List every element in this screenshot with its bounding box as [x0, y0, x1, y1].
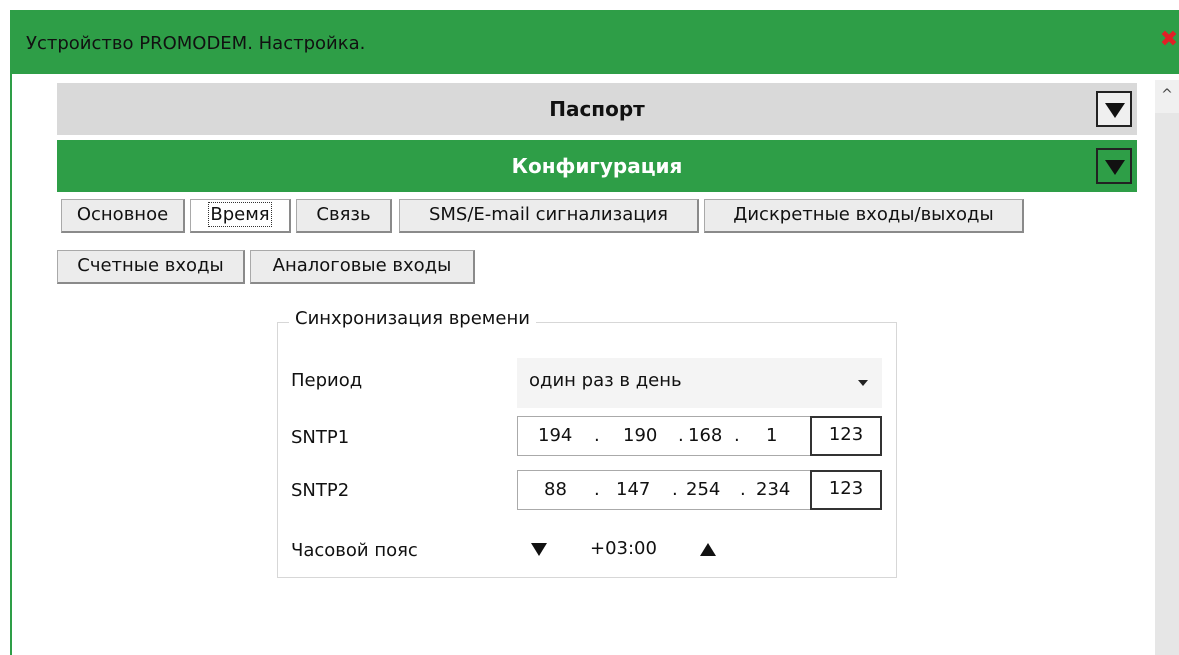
expand-configuration-icon[interactable]: [1096, 148, 1132, 184]
timezone-label: Часовой пояс: [291, 540, 418, 561]
sntp1-mode-button[interactable]: 123: [810, 416, 882, 456]
tab-counter-inputs[interactable]: Счетные входы: [57, 250, 245, 284]
triangle-down-icon[interactable]: [531, 543, 547, 556]
period-select[interactable]: один раз в день: [517, 358, 882, 408]
ip-octet: 88: [544, 479, 567, 500]
section-configuration[interactable]: Конфигурация: [57, 140, 1137, 192]
tab-sms-email-alarm[interactable]: SMS/E-mail сигнализация: [399, 199, 699, 233]
chevron-down-icon: [858, 380, 868, 386]
close-icon[interactable]: ✖: [1159, 29, 1179, 51]
ip-dot: .: [672, 479, 678, 500]
tab-discrete-io[interactable]: Дискретные входы/выходы: [704, 199, 1024, 233]
triangle-up-icon[interactable]: [700, 543, 716, 556]
sntp2-mode-button[interactable]: 123: [810, 470, 882, 510]
tab-basic[interactable]: Основное: [61, 199, 185, 233]
ip-octet: 168: [688, 425, 723, 446]
window-title: Устройство PROMODEM. Настройка.: [26, 33, 366, 54]
tab-connection[interactable]: Связь: [296, 199, 392, 233]
ip-octet: 190: [623, 425, 658, 446]
vertical-scrollbar[interactable]: ^: [1155, 80, 1179, 655]
ip-octet: 147: [616, 479, 651, 500]
window-titlebar: Устройство PROMODEM. Настройка. ✖: [10, 10, 1179, 74]
section-passport-label: Паспорт: [549, 97, 645, 121]
tab-time[interactable]: Время: [190, 199, 291, 233]
sntp2-label: SNTP2: [291, 480, 350, 501]
tab-analog-inputs[interactable]: Аналоговые входы: [250, 250, 475, 284]
timezone-value: +03:00: [590, 538, 657, 559]
ip-octet: 194: [538, 425, 573, 446]
scrollbar-track[interactable]: [1155, 113, 1179, 655]
section-passport[interactable]: Паспорт: [57, 83, 1137, 135]
ip-octet: 1: [766, 425, 778, 446]
ip-dot: .: [734, 425, 740, 446]
sntp1-ip-input[interactable]: 194 . 190 . 168 . 1: [517, 416, 810, 456]
ip-octet: 254: [686, 479, 721, 500]
ip-dot: .: [740, 479, 746, 500]
ip-dot: .: [594, 479, 600, 500]
expand-passport-icon[interactable]: [1096, 91, 1132, 127]
period-label: Период: [291, 370, 363, 391]
ip-octet: 234: [756, 479, 791, 500]
ip-dot: .: [594, 425, 600, 446]
sntp1-label: SNTP1: [291, 427, 350, 448]
ip-dot: .: [678, 425, 684, 446]
time-sync-group-title: Синхронизация времени: [289, 308, 536, 329]
section-configuration-label: Конфигурация: [511, 154, 683, 178]
sntp2-ip-input[interactable]: 88 . 147 . 254 . 234: [517, 470, 810, 510]
scroll-up-icon[interactable]: ^: [1155, 80, 1179, 110]
period-select-value: один раз в день: [529, 370, 682, 391]
